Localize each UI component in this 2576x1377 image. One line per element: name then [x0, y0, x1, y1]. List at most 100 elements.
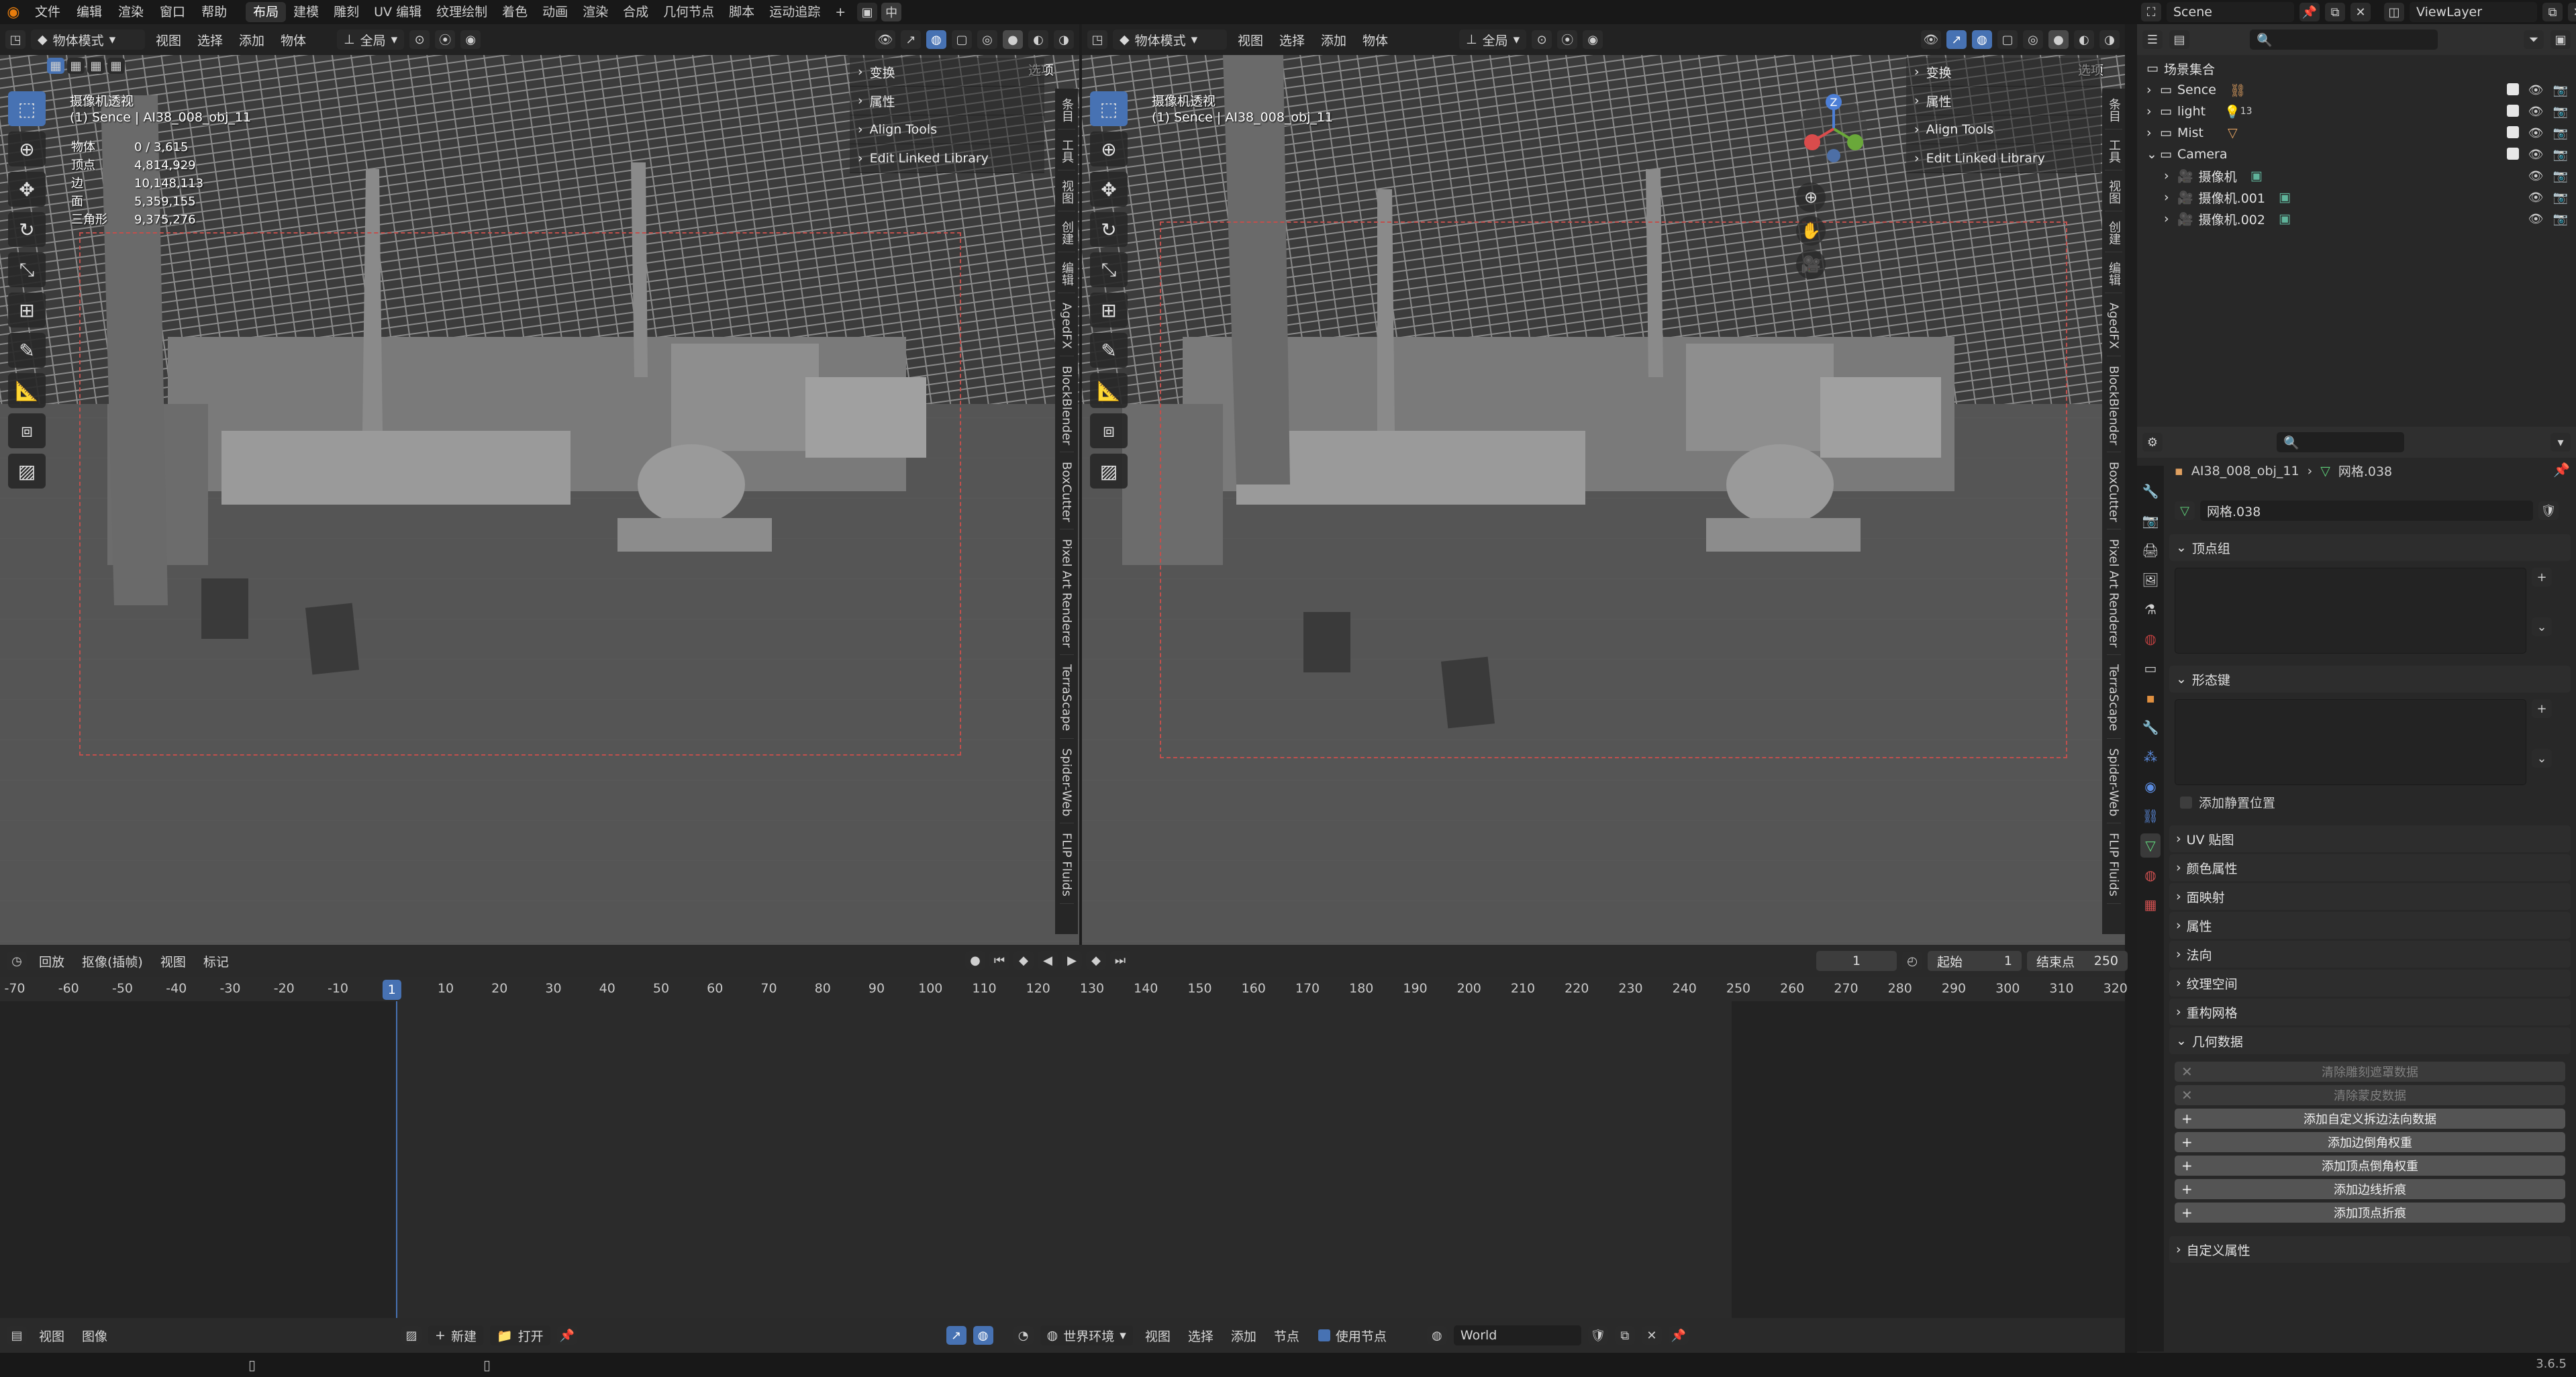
shading-wireframe-icon[interactable]: ◎ — [977, 30, 997, 49]
add-workspace-icon[interactable]: + — [828, 2, 853, 22]
cursor-icon[interactable]: ⊕ — [8, 132, 46, 166]
gizmo-toggle-icon[interactable]: ↗ — [901, 30, 921, 49]
workspace-tab-compositing[interactable]: 合成 — [615, 2, 656, 22]
menu-render[interactable]: 渲染 — [110, 0, 152, 24]
snap-icon[interactable]: ⦿ — [435, 30, 456, 49]
screenshot-icon[interactable]: ▣ — [857, 3, 878, 21]
select-invert-icon[interactable]: ▦ — [107, 58, 125, 74]
camera-icon[interactable]: 📷 — [2553, 126, 2568, 140]
tab-edit[interactable]: 编辑 — [1058, 255, 1075, 293]
tab-spider-web[interactable]: Spider-Web — [2106, 742, 2121, 824]
outliner-item-mist[interactable]: › ▭ Mist ▽ 👁 📷 — [2137, 122, 2576, 144]
menu-playback[interactable]: 回放 — [34, 952, 70, 970]
add-cube-icon[interactable]: ⧈ — [8, 413, 46, 448]
move-icon[interactable]: ✥ — [8, 172, 46, 207]
tab-edit[interactable]: 编辑 — [2105, 255, 2122, 293]
select-extend-icon[interactable]: ▦ — [67, 58, 85, 74]
panel-transform[interactable]: › 变换 — [1906, 58, 2101, 87]
outliner-scene-collection[interactable]: ▭ 场景集合 — [2137, 58, 2576, 79]
output-tab-icon[interactable]: 🖨 — [2140, 538, 2161, 562]
select-subtract-icon[interactable]: ▦ — [87, 58, 105, 74]
tool-tab-icon[interactable]: 🔧 — [2140, 479, 2161, 503]
view-layer-icon[interactable]: ◫ — [2384, 3, 2404, 21]
scene-selector-icon[interactable]: ⛶ — [2141, 3, 2161, 21]
overlay-toggle-icon[interactable]: ◍ — [973, 1326, 993, 1345]
tab-agedfx[interactable]: AgedFX — [1059, 296, 1074, 356]
proportional-edit-icon[interactable]: ◉ — [1583, 30, 1603, 49]
outliner[interactable]: ☰ ▤ 🔍 ⏷ ▣ ▭ 场景集合 › ▭ Sence ⛓ 👁 📷 › ▭ light 💡 13… — [2137, 24, 2576, 427]
tab-flip-fluids[interactable]: FLIP Fluids — [1059, 826, 1074, 905]
menu-select[interactable]: 选择 — [1274, 31, 1310, 49]
menu-view[interactable]: 视图 — [155, 952, 191, 970]
open-image-button[interactable]: 📁 打开 — [489, 1325, 550, 1345]
mesh-browse-icon[interactable]: ▽ — [2175, 501, 2195, 520]
menu-add[interactable]: 添加 — [1316, 31, 1352, 49]
tab-boxcutter[interactable]: BoxCutter — [2106, 455, 2121, 530]
menu-add[interactable]: 添加 — [234, 31, 270, 49]
delete-view-layer-icon[interactable]: ✕ — [2568, 3, 2576, 21]
clear-sculpt-mask-button[interactable]: ✕ 清除雕刻遮罩数据 — [2175, 1062, 2565, 1082]
outliner-item-camera-1[interactable]: › 🎥 摄像机.001 ▣ 👁 📷 — [2137, 187, 2576, 208]
start-frame-field[interactable]: 起始 1 — [1928, 951, 2022, 971]
add-vertex-group-icon[interactable]: + — [2532, 568, 2552, 586]
tab-view[interactable]: 视图 — [2105, 173, 2122, 211]
add-edge-crease-button[interactable]: + 添加边线折痕 — [2175, 1179, 2565, 1199]
clock-icon[interactable]: ◴ — [1902, 952, 1922, 970]
pan-hand-icon[interactable]: ✋ — [1796, 216, 1826, 246]
tab-flip-fluids[interactable]: FLIP Fluids — [2106, 826, 2121, 905]
section-shape-keys[interactable]: ⌄ 形态键 — [2169, 666, 2571, 693]
add-vertex-crease-button[interactable]: + 添加顶点折痕 — [2175, 1203, 2565, 1223]
editor-type-icon[interactable]: ⚙ — [2142, 433, 2163, 452]
render-tab-icon[interactable]: 📷 — [2140, 509, 2161, 533]
tab-terrascape[interactable]: TerraScape — [1059, 658, 1074, 739]
mesh-data-tab-icon[interactable]: ▽ — [2140, 833, 2161, 858]
properties-search-input[interactable]: 🔍 — [2277, 432, 2404, 452]
fake-user-icon[interactable]: 🛡 — [1587, 1326, 1608, 1345]
add-rest-position-checkbox[interactable]: 添加静置位置 — [2180, 793, 2275, 811]
annotate-icon[interactable]: ✎ — [8, 333, 46, 368]
camera-icon[interactable]: 📷 — [2553, 148, 2568, 162]
list-menu-icon[interactable]: ⌄ — [2532, 749, 2552, 768]
world-environment-dropdown[interactable]: ◍ 世界环境 ▾ — [1040, 1325, 1133, 1345]
select-box-icon[interactable]: ⬚ — [1090, 91, 1128, 126]
menu-view[interactable]: 视图 — [34, 1327, 70, 1345]
panel-transform[interactable]: › 变换 — [850, 58, 1044, 87]
checkbox-checked-icon[interactable] — [2506, 104, 2519, 117]
menu-edit[interactable]: 编辑 — [68, 0, 110, 24]
menu-marker[interactable]: 标记 — [198, 952, 234, 970]
tab-item[interactable]: 条目 — [2105, 91, 2122, 130]
fake-user-icon[interactable]: 🛡 — [2538, 501, 2559, 520]
outliner-item-sence[interactable]: › ▭ Sence ⛓ 👁 📷 — [2137, 79, 2576, 101]
outliner-item-camera-2[interactable]: › 🎥 摄像机.002 ▣ 👁 📷 — [2137, 208, 2576, 230]
shading-wireframe-icon[interactable]: ◎ — [2023, 30, 2043, 49]
menu-select[interactable]: 选择 — [1183, 1327, 1219, 1345]
rotate-icon[interactable]: ↻ — [8, 212, 46, 247]
editor-type-icon[interactable]: ◷ — [7, 952, 27, 970]
menu-image[interactable]: 图像 — [77, 1327, 113, 1345]
workspace-tab-modeling[interactable]: 建模 — [286, 2, 326, 22]
add-shape-key-icon[interactable]: + — [2532, 699, 2552, 718]
overlay-toggle-icon[interactable]: ◍ — [926, 30, 946, 49]
properties-editor[interactable]: ⚙ 🔍 ▾ 🔧 📷 🖨 🖼 ⚗ ◍ ▭ ▪ 🔧 ⁂ ◉ ⛓ ▽ ◍ ▦ ▪ AI… — [2137, 427, 2576, 1353]
camera-icon[interactable]: 📷 — [2553, 169, 2568, 183]
gizmo-toggle-icon[interactable]: ↗ — [1946, 30, 1967, 49]
mesh-name-field[interactable]: 网格.038 — [2200, 501, 2533, 521]
outliner-item-camera[interactable]: ⌄ ▭ Camera 👁 📷 — [2137, 144, 2576, 165]
select-box-icon[interactable]: ⬚ — [8, 91, 46, 126]
shading-material-icon[interactable]: ◐ — [1028, 30, 1048, 49]
panel-align-tools[interactable]: › Align Tools — [850, 115, 1044, 144]
workspace-tab-scripting[interactable]: 脚本 — [722, 2, 762, 22]
chevron-down-icon[interactable]: ▾ — [2550, 433, 2571, 452]
eye-icon[interactable]: 👁 — [2528, 105, 2544, 119]
menu-help[interactable]: 帮助 — [193, 0, 235, 24]
jump-start-icon[interactable]: ⏮ — [989, 951, 1009, 970]
list-menu-icon[interactable]: ⌄ — [2532, 617, 2552, 636]
collection-tab-icon[interactable]: ▭ — [2140, 656, 2161, 680]
tab-pixel-art-renderer[interactable]: Pixel Art Renderer — [2106, 532, 2121, 656]
material-tab-icon[interactable]: ◍ — [2140, 863, 2161, 887]
tab-terrascape[interactable]: TerraScape — [2106, 658, 2121, 739]
pin-icon[interactable]: 📌 — [1668, 1326, 1689, 1345]
shading-rendered-icon[interactable]: ◑ — [1054, 30, 1074, 49]
tab-blockblender[interactable]: BlockBlender — [1059, 359, 1074, 453]
object-tab-icon[interactable]: ▪ — [2140, 686, 2161, 710]
